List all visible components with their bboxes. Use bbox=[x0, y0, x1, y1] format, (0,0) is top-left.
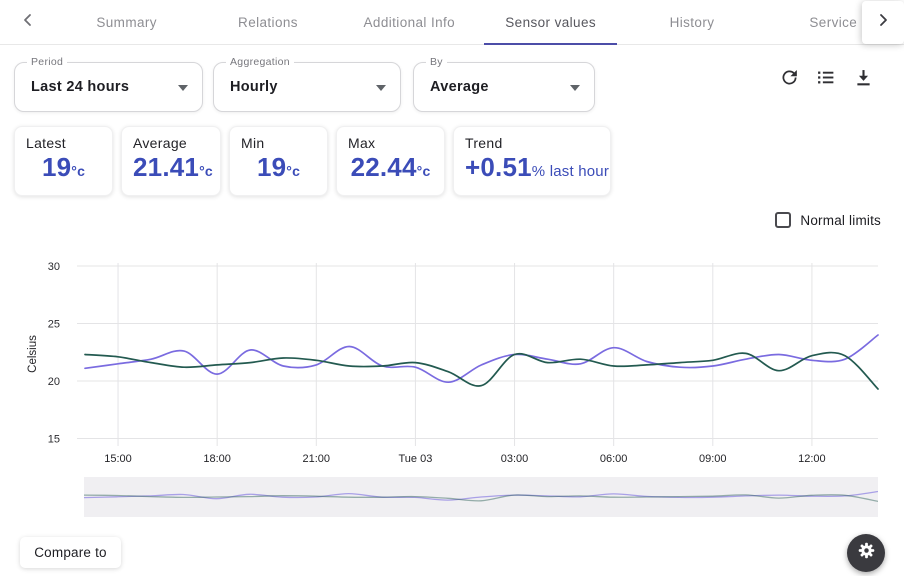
y-tick-label: 20 bbox=[48, 376, 60, 388]
normal-limits-label: Normal limits bbox=[800, 212, 881, 228]
tab-label: Sensor values bbox=[505, 14, 597, 30]
sensor-values-page: Summary Relations Additional Info Sensor… bbox=[0, 0, 904, 576]
normal-limits-control: Normal limits bbox=[775, 212, 881, 228]
stat-value: 21.41°c bbox=[133, 152, 213, 183]
by-select-value: Average bbox=[430, 79, 489, 95]
aggregation-select-value: Hourly bbox=[230, 79, 278, 95]
tab-history[interactable]: History bbox=[621, 0, 762, 44]
stat-card-max: Max 22.44°c bbox=[336, 126, 445, 196]
normal-limits-checkbox[interactable] bbox=[775, 212, 792, 228]
x-tick-label: 09:00 bbox=[699, 453, 727, 465]
tab-label: Service bbox=[809, 14, 858, 30]
stat-value: 22.44°c bbox=[348, 152, 433, 183]
sensor-line-chart: 15 20 25 30 15:00 18:00 21:00 Tue 03 03:00 06:00 0… bbox=[27, 261, 879, 465]
chevron-right-icon bbox=[876, 13, 890, 32]
by-select-label: By bbox=[426, 56, 447, 68]
tab-bar: Summary Relations Additional Info Sensor… bbox=[0, 0, 904, 45]
tabs-scroll-right-button[interactable] bbox=[862, 1, 904, 44]
stat-value: +0.51% last hour bbox=[465, 152, 609, 183]
tab-label: Summary bbox=[96, 14, 157, 30]
stat-unit: °c bbox=[71, 163, 86, 179]
stat-cards: Latest 19°c Average 21.41°c Min 19°c Max… bbox=[14, 126, 611, 196]
aggregation-select[interactable]: Aggregation Hourly bbox=[213, 56, 401, 112]
tab-label: Additional Info bbox=[363, 14, 456, 30]
chart-settings-button[interactable] bbox=[847, 534, 885, 572]
stat-number: +0.51 bbox=[465, 152, 532, 182]
tab-label: History bbox=[669, 14, 715, 30]
caret-down-icon bbox=[376, 85, 386, 91]
download-button[interactable] bbox=[850, 67, 876, 93]
stat-number: 19 bbox=[41, 152, 72, 182]
stat-unit: °c bbox=[416, 163, 431, 179]
y-tick-label: 15 bbox=[48, 434, 60, 446]
x-tick-label: 18:00 bbox=[203, 453, 231, 465]
stat-number: 22.44 bbox=[350, 152, 417, 182]
x-tick-label: 12:00 bbox=[798, 453, 826, 465]
download-icon bbox=[853, 67, 874, 93]
stat-unit: % last hour bbox=[531, 163, 610, 180]
stat-unit: °c bbox=[199, 163, 213, 179]
refresh-icon bbox=[779, 67, 800, 93]
y-axis-title: Celsius bbox=[27, 335, 39, 373]
stat-card-average: Average 21.41°c bbox=[121, 126, 221, 196]
tab-additional-info[interactable]: Additional Info bbox=[339, 0, 480, 44]
caret-down-icon bbox=[178, 85, 188, 91]
stat-label: Average bbox=[133, 135, 187, 151]
tab-summary[interactable]: Summary bbox=[56, 0, 197, 44]
stat-label: Max bbox=[348, 135, 376, 151]
aggregation-select-label: Aggregation bbox=[226, 56, 294, 68]
x-tick-label: 21:00 bbox=[303, 453, 331, 465]
compare-to-button[interactable]: Compare to bbox=[20, 537, 121, 568]
stat-label: Latest bbox=[26, 135, 66, 151]
x-tick-label: Tue 03 bbox=[398, 453, 432, 465]
stat-card-min: Min 19°c bbox=[229, 126, 328, 196]
y-tick-label: 30 bbox=[48, 261, 60, 273]
stat-card-latest: Latest 19°c bbox=[14, 126, 113, 196]
stat-unit: °c bbox=[286, 163, 301, 179]
gear-icon bbox=[857, 541, 876, 565]
filter-bar: Period Last 24 hours Aggregation Hourly … bbox=[14, 56, 890, 112]
active-tab-underline bbox=[483, 43, 618, 45]
period-select-label: Period bbox=[27, 56, 68, 68]
y-tick-label: 25 bbox=[48, 319, 60, 331]
stat-card-trend: Trend +0.51% last hour bbox=[453, 126, 611, 196]
chart-line-temperature-green bbox=[84, 351, 879, 390]
chart-overview-brush[interactable] bbox=[84, 477, 878, 517]
stat-number: 21.41 bbox=[133, 152, 200, 182]
stat-label: Min bbox=[241, 135, 265, 151]
chevron-left-icon bbox=[21, 13, 35, 32]
refresh-button[interactable] bbox=[776, 67, 802, 93]
tab-label: Relations bbox=[238, 14, 298, 30]
tab-sensor-values[interactable]: Sensor values bbox=[480, 0, 621, 45]
by-select[interactable]: By Average bbox=[413, 56, 595, 112]
stat-value: 19°c bbox=[26, 152, 101, 183]
stat-label: Trend bbox=[465, 135, 503, 151]
stat-number: 19 bbox=[256, 152, 287, 182]
caret-down-icon bbox=[570, 85, 580, 91]
chart-line-temperature-purple bbox=[84, 334, 879, 384]
stat-value: 19°c bbox=[241, 152, 316, 183]
tab-relations[interactable]: Relations bbox=[197, 0, 338, 44]
legend-list-icon bbox=[815, 67, 836, 93]
period-select[interactable]: Period Last 24 hours bbox=[14, 56, 203, 112]
tabs-scroll-left-button[interactable] bbox=[0, 0, 56, 44]
x-tick-label: 15:00 bbox=[104, 453, 132, 465]
period-select-value: Last 24 hours bbox=[31, 79, 130, 95]
legend-list-button[interactable] bbox=[812, 67, 838, 93]
x-tick-label: 06:00 bbox=[600, 453, 628, 465]
x-tick-label: 03:00 bbox=[501, 453, 529, 465]
